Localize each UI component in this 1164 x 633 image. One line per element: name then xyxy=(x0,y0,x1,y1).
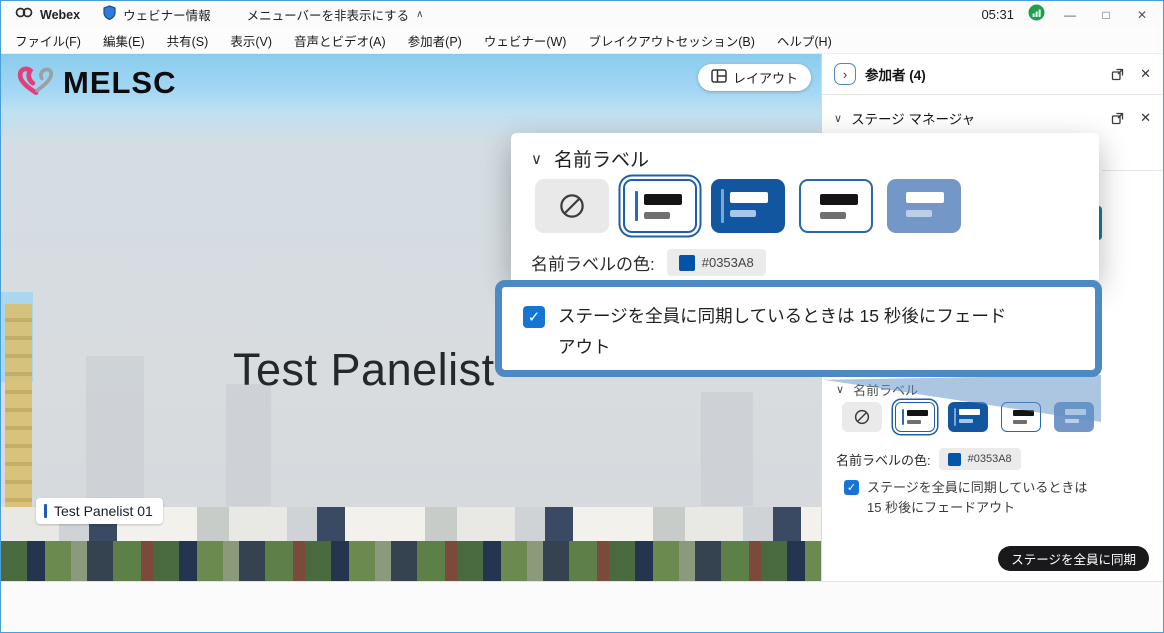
panel-divider xyxy=(822,94,1164,95)
menu-audio-video[interactable]: 音声とビデオ(A) xyxy=(294,31,386,50)
participant-name-label: Test Panelist 01 xyxy=(36,498,163,524)
layout-button[interactable]: レイアウト xyxy=(698,64,811,91)
color-value: #0353A8 xyxy=(702,255,754,270)
name-label-color-label: 名前ラベルの色: xyxy=(836,450,931,469)
sync-fade-label-line1: ステージを全員に同期しているときは xyxy=(867,478,1087,498)
name-label-color-row: 名前ラベルの色: #0353A8 xyxy=(836,448,1021,470)
close-window-button[interactable]: ✕ xyxy=(1131,8,1153,22)
webinar-info-icon xyxy=(103,5,116,25)
popup-title: 名前ラベル xyxy=(554,145,649,172)
menu-share[interactable]: 共有(S) xyxy=(167,31,209,50)
menu-participants[interactable]: 参加者(P) xyxy=(408,31,462,50)
melsc-heart-icon xyxy=(15,62,57,103)
close-stage-manager-button[interactable]: ✕ xyxy=(1140,110,1151,126)
melsc-logo: MELSC xyxy=(15,62,177,103)
name-label-color-chip[interactable]: #0353A8 xyxy=(939,448,1021,470)
webinar-info-button[interactable]: ウェビナー情報 xyxy=(123,5,211,24)
titlebar: Webex ウェビナー情報 メニューバーを非表示にする ∧ 05:31 — □ … xyxy=(1,1,1164,28)
app-name: Webex xyxy=(40,8,80,22)
menubar: ファイル(F) 編集(E) 共有(S) 表示(V) 音声とビデオ(A) 参加者(… xyxy=(1,28,1164,54)
layout-icon xyxy=(711,69,727,86)
popout-icon[interactable] xyxy=(1111,68,1124,81)
callout-text-line1: ステージを全員に同期しているときは 15 秒後にフェード xyxy=(558,303,1006,328)
participants-collapse-button[interactable]: › xyxy=(834,63,856,85)
hide-menubar-button[interactable]: メニューバーを非表示にする xyxy=(247,5,410,24)
participants-panel-header: › 参加者 (4) ✕ xyxy=(822,58,1164,90)
chevron-up-icon[interactable]: ∧ xyxy=(416,9,423,20)
chevron-down-icon: ∨ xyxy=(836,383,844,396)
sync-fade-checkbox-row: ✓ ステージを全員に同期しているときは 15 秒後にフェードアウト xyxy=(844,478,1087,518)
chevron-down-icon: ∨ xyxy=(531,150,542,168)
control-bar: ∨ ミュート解除 ∨ ビデオの開始 ∨ 共有 録画 ☺ … ✕ xyxy=(1,581,1164,633)
menu-webinar[interactable]: ウェビナー(W) xyxy=(484,31,567,50)
webex-window: Webex ウェビナー情報 メニューバーを非表示にする ∧ 05:31 — □ … xyxy=(0,0,1164,633)
panel-divider xyxy=(1102,170,1164,171)
stage-manager-title: ステージ マネージャ xyxy=(851,108,975,128)
callout-text-line2: アウト xyxy=(558,334,611,359)
name-label-style-light-selected[interactable] xyxy=(623,179,697,233)
sync-fade-checkbox[interactable]: ✓ xyxy=(844,480,859,495)
city-tower-silhouette xyxy=(701,392,753,506)
melsc-wordmark: MELSC xyxy=(63,65,177,101)
name-label-color-chip[interactable]: #0353A8 xyxy=(667,249,766,276)
menu-edit[interactable]: 編集(E) xyxy=(103,31,145,50)
sync-stage-button[interactable]: ステージを全員に同期 xyxy=(998,546,1149,571)
callout-sync-checkbox[interactable]: ✓ xyxy=(523,306,545,328)
city-tower-silhouette xyxy=(226,384,271,506)
close-participants-panel-button[interactable]: ✕ xyxy=(1140,66,1151,82)
name-label-color-label: 名前ラベルの色: xyxy=(531,250,655,275)
stage-manager-panel-header: ∨ ステージ マネージャ ✕ xyxy=(822,102,1164,134)
city-building xyxy=(5,304,32,514)
menu-breakout-session[interactable]: ブレイクアウトセッション(B) xyxy=(588,31,754,50)
name-label-style-light-selected[interactable] xyxy=(895,402,935,432)
color-swatch xyxy=(948,453,961,466)
meeting-timer: 05:31 xyxy=(981,7,1014,22)
sync-fade-label: ステージを全員に同期しているときは 15 秒後にフェードアウト xyxy=(867,478,1087,518)
menu-file[interactable]: ファイル(F) xyxy=(15,31,81,50)
name-label-text: Test Panelist 01 xyxy=(54,503,153,519)
menu-help[interactable]: ヘルプ(H) xyxy=(777,31,832,50)
color-value: #0353A8 xyxy=(968,453,1012,465)
name-label-style-translucent[interactable] xyxy=(887,179,961,233)
popup-color-row: 名前ラベルの色: #0353A8 xyxy=(531,249,766,276)
popout-icon[interactable] xyxy=(1111,112,1124,125)
participant-display-name: Test Panelist xyxy=(233,344,495,396)
name-label-accent-bar xyxy=(44,504,47,518)
chevron-right-icon: › xyxy=(843,67,847,82)
color-swatch xyxy=(679,255,695,271)
popup-header[interactable]: ∨ 名前ラベル xyxy=(531,145,649,172)
connection-quality-icon xyxy=(1028,4,1045,26)
maximize-button[interactable]: □ xyxy=(1095,8,1117,22)
popup-style-options xyxy=(535,179,961,233)
name-label-style-none[interactable] xyxy=(842,402,882,432)
name-label-popup: ∨ 名前ラベル 名前ラベルの色: #0353A8 xyxy=(511,133,1099,280)
name-label-style-outline[interactable] xyxy=(799,179,873,233)
name-label-style-solid[interactable] xyxy=(948,402,988,432)
sync-fade-label-line2: 15 秒後にフェードアウト xyxy=(867,498,1087,518)
menu-view[interactable]: 表示(V) xyxy=(230,31,272,50)
city-tower-silhouette xyxy=(86,356,144,506)
name-label-style-none[interactable] xyxy=(535,179,609,233)
layout-button-label: レイアウト xyxy=(733,68,798,87)
minimize-button[interactable]: — xyxy=(1059,8,1081,22)
chevron-down-icon[interactable]: ∨ xyxy=(834,112,842,125)
sync-fade-callout: ✓ ステージを全員に同期しているときは 15 秒後にフェード アウト xyxy=(495,280,1102,377)
webex-logo-icon xyxy=(15,6,33,24)
name-label-style-solid[interactable] xyxy=(711,179,785,233)
participants-panel-title: 参加者 (4) xyxy=(865,64,926,84)
